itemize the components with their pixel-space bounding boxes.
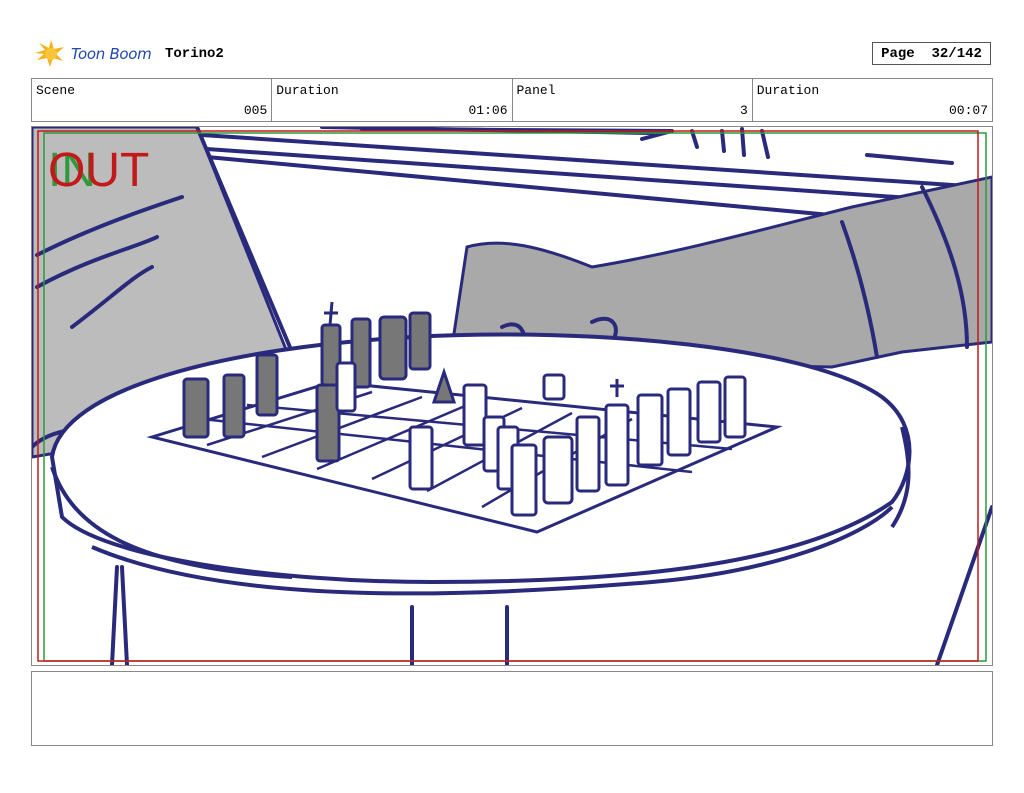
out-marker: OUT bbox=[48, 144, 150, 197]
logo-text: Toon Boom bbox=[71, 45, 152, 63]
toon-boom-logo: Toon Boom bbox=[33, 38, 152, 70]
panel-duration-label: Duration bbox=[756, 83, 820, 98]
scene-duration-cell: Duration 01:06 bbox=[272, 79, 513, 121]
panel-notes-box[interactable] bbox=[31, 671, 993, 746]
scene-duration-value: 01:06 bbox=[468, 103, 508, 118]
panel-cell: Panel 3 bbox=[513, 79, 753, 121]
page-value: 32/142 bbox=[931, 45, 982, 62]
page-label: Page bbox=[881, 45, 915, 62]
scene-cell: Scene 005 bbox=[32, 79, 273, 121]
panel-duration-value: 00:07 bbox=[948, 103, 988, 118]
panel-info-row: Scene 005 Duration 01:06 Panel 3 Duratio… bbox=[31, 78, 993, 122]
panel-label: Panel bbox=[516, 83, 556, 98]
page-indicator: Page 32/142 bbox=[872, 42, 991, 65]
scene-value: 005 bbox=[243, 103, 268, 118]
chess-sketch-drawing bbox=[32, 127, 992, 665]
scene-label: Scene bbox=[36, 83, 76, 98]
toon-boom-logo-icon bbox=[35, 40, 64, 67]
project-name: Torino2 bbox=[165, 46, 224, 62]
panel-duration-cell: Duration 00:07 bbox=[753, 79, 992, 121]
scene-duration-label: Duration bbox=[276, 83, 339, 98]
storyboard-panel-image: IN OUT bbox=[31, 126, 993, 666]
panel-value: 3 bbox=[739, 103, 748, 118]
